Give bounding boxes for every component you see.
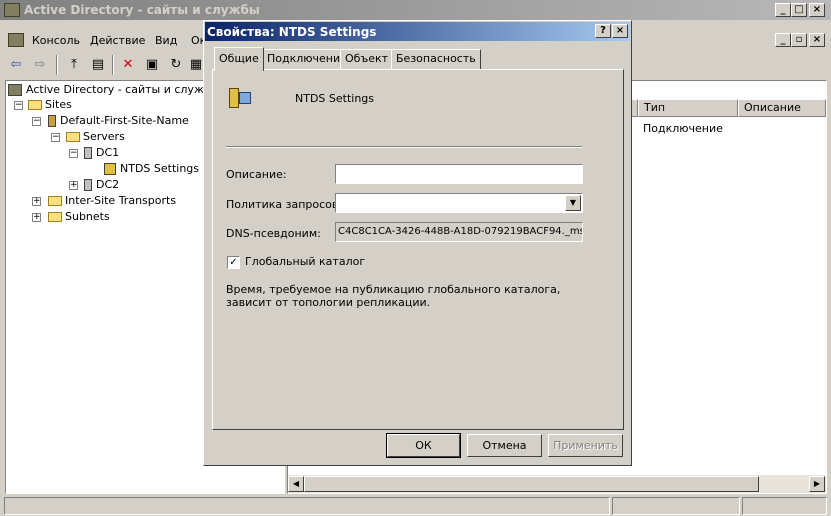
tab-security[interactable]: Безопасность (391, 49, 481, 70)
toolbar-separator (112, 55, 114, 75)
expand-subnets-icon[interactable]: + (32, 213, 41, 222)
console-icon[interactable] (8, 33, 24, 47)
tree-item-dc2[interactable]: DC2 (84, 177, 119, 193)
status-bar (0, 495, 831, 516)
tree-item-ntds-settings[interactable]: NTDS Settings (104, 161, 199, 177)
back-icon[interactable]: ⇦ (6, 55, 26, 75)
tab-general[interactable]: Общие (214, 47, 264, 71)
tree-item-subnets[interactable]: Subnets (48, 209, 110, 225)
info-text: Время, требуемое на публикацию глобально… (226, 283, 561, 309)
status-cell-main (4, 497, 610, 515)
server-icon (84, 179, 92, 191)
app-icon (4, 3, 20, 17)
global-catalog-checkbox[interactable]: ✓ (227, 256, 240, 269)
properties-icon[interactable]: ▣ (142, 55, 162, 75)
tree-item-sites[interactable]: Sites (28, 97, 72, 113)
up-level-icon[interactable]: ⤒ (64, 55, 84, 75)
object-name: NTDS Settings (295, 92, 375, 105)
tree-label: DC1 (96, 146, 120, 159)
tree-label: Sites (45, 98, 72, 111)
refresh-icon[interactable]: ↻ (166, 55, 186, 75)
site-icon (48, 115, 56, 127)
toolbar-separator (56, 55, 58, 75)
main-title-bar[interactable]: Active Directory - сайты и службы _ □ × (0, 0, 831, 20)
dns-alias-label: DNS-псевдоним: (226, 227, 321, 240)
maximize-button[interactable]: □ (791, 3, 807, 17)
query-policy-select[interactable]: ▼ (335, 193, 583, 213)
mdi-minimize-button[interactable]: _ (775, 33, 791, 47)
description-label: Описание: (226, 168, 287, 181)
dialog-title: Свойства: NTDS Settings (207, 25, 377, 39)
show-tree-icon[interactable]: ▤ (88, 55, 108, 75)
status-cell-2 (612, 497, 740, 515)
cancel-button[interactable]: Отмена (467, 434, 542, 457)
mdi-close-button[interactable]: × (809, 33, 825, 47)
horizontal-scrollbar[interactable]: ◀ ▶ (288, 475, 826, 493)
list-item-type[interactable]: Подключение (643, 121, 723, 137)
collapse-dc1-icon[interactable]: − (69, 149, 78, 158)
tree-label: NTDS Settings (120, 162, 200, 175)
menu-action[interactable]: Действие (90, 34, 145, 47)
menu-view[interactable]: Вид (155, 34, 177, 47)
tab-object[interactable]: Объект (340, 49, 394, 70)
ntds-settings-icon (104, 163, 116, 175)
server-icon (84, 147, 92, 159)
folder-icon (66, 132, 80, 142)
apply-button[interactable]: Применить (548, 434, 623, 457)
ok-button[interactable]: ОК (386, 433, 461, 458)
properties-dialog: Свойства: NTDS Settings ? × Общие Подклю… (203, 20, 632, 466)
status-cell-3 (742, 497, 827, 515)
global-catalog-label[interactable]: Глобальный каталог (245, 255, 365, 268)
chevron-down-icon[interactable]: ▼ (565, 195, 581, 211)
tab-connections[interactable]: Подключения (262, 49, 352, 70)
mdi-restore-button[interactable]: ▫ (791, 33, 807, 47)
tree-label: Active Directory - сайты и службы (26, 83, 220, 96)
folder-icon (48, 196, 62, 206)
scrollbar-thumb[interactable] (304, 476, 759, 492)
menu-console[interactable]: Консоль (32, 34, 80, 47)
tree-label: DC2 (96, 178, 120, 191)
forward-icon[interactable]: ⇨ (30, 55, 50, 75)
dialog-close-button[interactable]: × (612, 24, 628, 38)
close-button[interactable]: × (809, 3, 825, 17)
tree-label: Default-First-Site-Name (60, 114, 189, 127)
tree-item-default-site[interactable]: Default-First-Site-Name (48, 113, 189, 129)
help-button[interactable]: ? (595, 24, 611, 38)
expand-dc2-icon[interactable]: + (69, 181, 78, 190)
expand-transports-icon[interactable]: + (32, 197, 41, 206)
delete-icon[interactable]: ✕ (118, 55, 138, 75)
query-policy-label: Политика запросов: (226, 198, 343, 211)
folder-icon (28, 100, 42, 110)
collapse-site-icon[interactable]: − (32, 117, 41, 126)
dns-alias-field[interactable]: C4C8C1CA-3426-448B-A18D-079219BACF94._ms (335, 222, 583, 242)
tree-item-inter-site-transports[interactable]: Inter-Site Transports (48, 193, 176, 209)
main-window-title: Active Directory - сайты и службы (24, 3, 260, 17)
tree-item-dc1[interactable]: DC1 (84, 145, 119, 161)
tree-label: Subnets (65, 210, 110, 223)
tree-item-root[interactable]: Active Directory - сайты и службы (8, 82, 219, 98)
tab-panel-general: NTDS Settings Описание: Политика запросо… (212, 69, 624, 430)
collapse-sites-icon[interactable]: − (14, 101, 23, 110)
minimize-button[interactable]: _ (775, 3, 791, 17)
scroll-left-icon[interactable]: ◀ (288, 476, 304, 492)
column-header-description[interactable]: Описание (738, 99, 826, 117)
tree-item-servers[interactable]: Servers (66, 129, 125, 145)
tree-label: Servers (83, 130, 125, 143)
separator (226, 146, 582, 148)
snapin-icon (8, 84, 22, 96)
column-header-type[interactable]: Тип (638, 99, 738, 117)
dialog-title-bar[interactable]: Свойства: NTDS Settings ? × (205, 22, 630, 41)
collapse-servers-icon[interactable]: − (51, 133, 60, 142)
ntds-settings-large-icon (225, 84, 253, 112)
folder-icon (48, 212, 62, 222)
description-input[interactable] (335, 164, 583, 184)
tree-label: Inter-Site Transports (65, 194, 177, 207)
scroll-right-icon[interactable]: ▶ (809, 476, 825, 492)
